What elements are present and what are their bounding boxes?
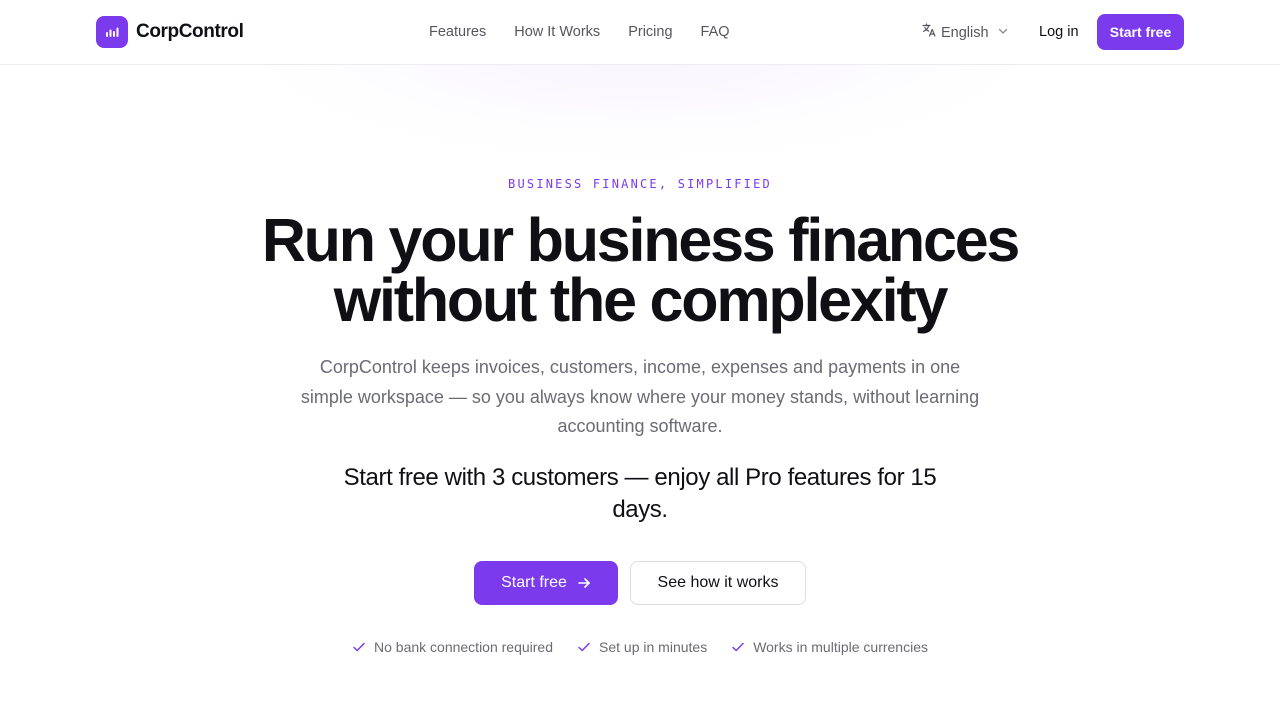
chevron-down-icon	[997, 24, 1009, 42]
brand-name: CorpControl	[136, 21, 244, 42]
hero-headline: Run your business finances without the c…	[240, 210, 1040, 331]
badge-label: Set up in minutes	[599, 639, 708, 655]
nav-link-features[interactable]: Features	[429, 22, 486, 42]
check-icon	[353, 642, 365, 652]
bar-chart-icon	[96, 16, 128, 48]
badge-item: No bank connection required	[352, 637, 553, 657]
hero-headline-line-2: without the complexity	[333, 266, 949, 334]
hero-start-free-label: Start free	[501, 574, 567, 591]
badge-item: Works in multiple currencies	[731, 637, 928, 657]
hero-offer: Start free with 3 customers — enjoy all …	[343, 464, 937, 523]
header-start-free-button[interactable]: Start free	[1097, 14, 1184, 50]
language-label: English	[941, 24, 989, 41]
badge-label: Works in multiple currencies	[753, 639, 928, 655]
see-how-it-works-button[interactable]: See how it works	[630, 561, 806, 605]
login-link[interactable]: Log in	[1039, 22, 1079, 42]
badge-item: Set up in minutes	[577, 637, 707, 657]
brand-logo[interactable]: CorpControl	[96, 16, 244, 48]
language-selector[interactable]: English	[921, 22, 1009, 43]
nav-link-pricing[interactable]: Pricing	[628, 22, 672, 42]
arrow-right-icon	[577, 576, 591, 590]
hero-subtext: CorpControl keeps invoices, customers, i…	[300, 357, 980, 436]
hero-badges: No bank connection required Set up in mi…	[0, 637, 1280, 657]
badge-label: No bank connection required	[374, 639, 554, 655]
check-icon	[732, 642, 744, 652]
nav-link-faq[interactable]: FAQ	[701, 22, 730, 42]
check-icon	[578, 642, 590, 652]
translate-icon	[921, 22, 937, 43]
main-nav: Features How It Works Pricing FAQ	[429, 22, 730, 42]
hero-eyebrow: BUSINESS FINANCE, SIMPLIFIED	[508, 177, 772, 191]
hero-headline-line-1: Run your business finances	[261, 206, 1021, 274]
hero-start-free-button[interactable]: Start free	[474, 561, 618, 605]
nav-link-how-it-works[interactable]: How It Works	[514, 22, 600, 42]
site-header: CorpControl Features How It Works Pricin…	[0, 0, 1280, 65]
